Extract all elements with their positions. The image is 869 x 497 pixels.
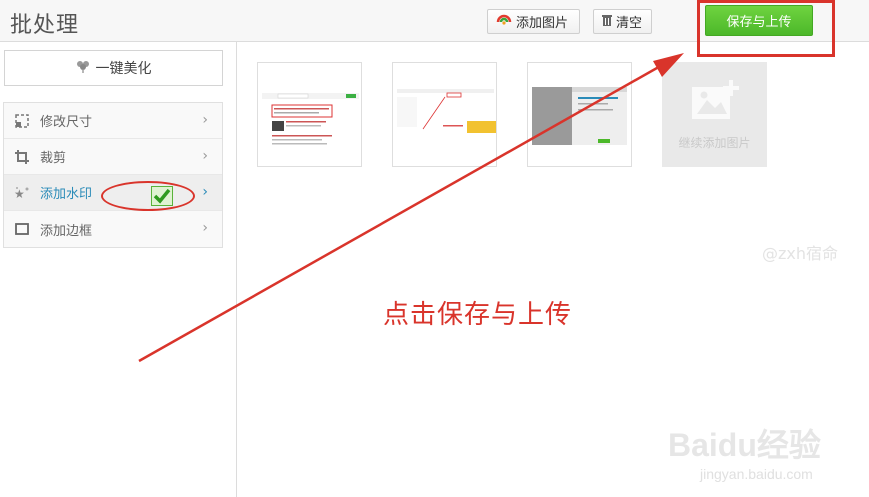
batch-process-page: 批处理 添加图片 清空 保存与上传 一键美化 修改尺寸 › 裁剪 › ★ 添加水… <box>0 0 869 497</box>
menu-item-label: 裁剪 <box>40 151 67 166</box>
image-thumbnail[interactable] <box>392 62 497 167</box>
clear-button[interactable]: 清空 <box>593 9 652 34</box>
add-more-label: 继续添加图片 <box>678 136 751 150</box>
one-click-beautify-button[interactable]: 一键美化 <box>4 50 223 86</box>
page-title: 批处理 <box>10 13 80 38</box>
chevron-right-icon: › <box>202 184 208 200</box>
beautify-label: 一键美化 <box>95 61 152 77</box>
screenshot-thumbnail-2 <box>397 89 496 133</box>
chevron-right-icon: › <box>202 220 208 236</box>
baidu-jingyan-logo: Baidu经验 <box>668 427 821 463</box>
screenshot-thumbnail-3 <box>532 87 627 145</box>
flower-icon <box>76 59 90 77</box>
add-image-label: 添加图片 <box>516 16 569 31</box>
add-image-icon <box>496 13 512 31</box>
svg-text:★: ★ <box>14 187 25 200</box>
annotation-text: 点击保存与上传 <box>383 300 573 330</box>
menu-item-resize[interactable]: 修改尺寸 › <box>4 103 222 139</box>
menu-item-label: 修改尺寸 <box>40 115 93 130</box>
menu-item-crop[interactable]: 裁剪 › <box>4 139 222 175</box>
checkmark-icon <box>151 186 173 206</box>
trash-icon <box>602 14 612 30</box>
sidebar: 一键美化 修改尺寸 › 裁剪 › ★ 添加水印 › 添加边框 › <box>0 42 237 497</box>
menu-item-label: 添加水印 <box>40 187 93 202</box>
add-image-button[interactable]: 添加图片 <box>487 9 580 34</box>
screenshot-thumbnail-1 <box>262 93 359 145</box>
add-image-placeholder-icon <box>691 80 739 126</box>
add-more-images-tile[interactable]: 继续添加图片 <box>662 62 767 167</box>
menu-item-border[interactable]: 添加边框 › <box>4 211 222 247</box>
crop-icon <box>14 149 30 165</box>
chevron-right-icon: › <box>202 112 208 128</box>
watermark-highlight-ellipse <box>101 181 195 211</box>
baidu-jingyan-url: jingyan.baidu.com <box>700 466 813 482</box>
chevron-right-icon: › <box>202 148 208 164</box>
author-watermark: @zxh宿命 <box>762 244 839 263</box>
menu-item-label: 添加边框 <box>40 223 93 239</box>
clear-label: 清空 <box>616 16 643 31</box>
edit-menu: 修改尺寸 › 裁剪 › ★ 添加水印 › 添加边框 › <box>3 102 223 248</box>
image-thumbnail[interactable] <box>527 62 632 167</box>
resize-icon <box>14 113 30 129</box>
watermark-icon: ★ <box>14 185 30 201</box>
image-thumbnail[interactable] <box>257 62 362 167</box>
save-highlight-box <box>697 0 835 57</box>
border-icon <box>14 221 30 237</box>
